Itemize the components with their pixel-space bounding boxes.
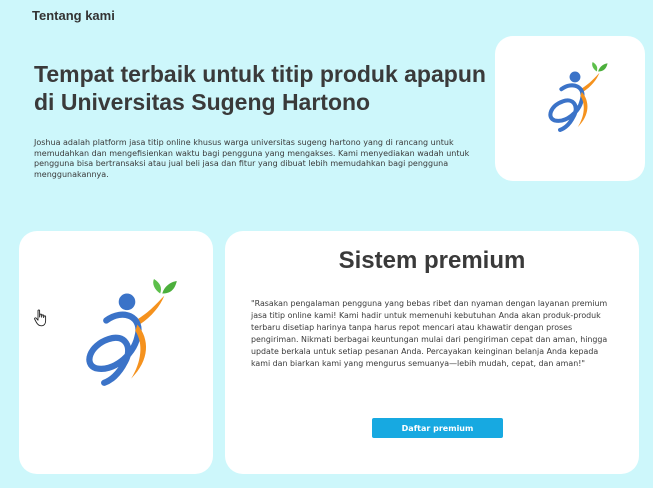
premium-title: Sistem premium [338,247,526,274]
page-label: Tentang kami [32,8,115,23]
person-leaf-logo-icon [86,279,177,386]
premium-description: "Rasakan pengalaman pengguna yang bebas … [251,299,608,368]
hero-description: Joshua adalah platform jasa titip online… [34,138,470,179]
person-leaf-logo-icon [548,62,608,132]
hero-title: Tempat terbaik untuk titip produk apapun… [34,61,486,115]
hand-pointer-icon [34,309,47,327]
logo-card-top [495,36,645,181]
logo-card-left [19,231,213,474]
register-premium-button[interactable]: Daftar premium [372,418,503,438]
premium-card: Sistem premium "Rasakan pengalaman pengg… [225,231,639,474]
